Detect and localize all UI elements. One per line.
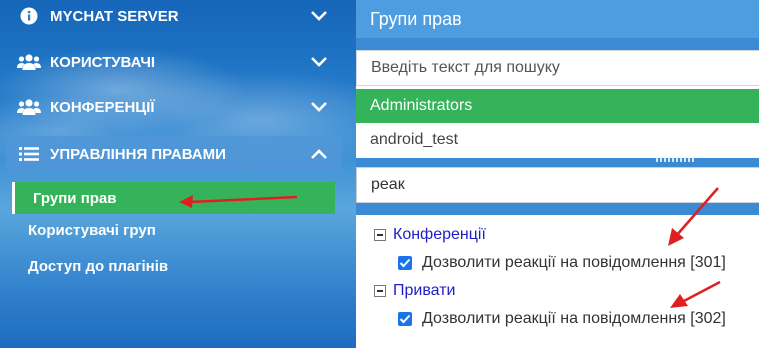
permissions-filter-input[interactable] [356, 167, 759, 203]
tree-category: Конференції [374, 226, 486, 244]
users-icon [16, 98, 42, 116]
permissions-tree: Конференції Дозволити реакції на повідом… [356, 215, 759, 348]
chevron-up-icon[interactable] [304, 148, 334, 160]
sidebar-subitem-label: Групи прав [33, 189, 117, 207]
rights-groups-panel: Групи прав Administrators android_test К… [356, 0, 759, 348]
group-name: android_test [370, 131, 459, 148]
sidebar-subitem-group-users[interactable]: Користувачі груп [28, 222, 156, 239]
category-label[interactable]: Конференції [393, 226, 486, 244]
permission-item: Дозволити реакції на повідомлення [302] [398, 310, 726, 328]
category-label[interactable]: Привати [393, 282, 455, 300]
search-input[interactable] [356, 50, 759, 86]
list-icon [16, 146, 42, 162]
sidebar-item-users[interactable]: КОРИСТУВАЧІ [6, 44, 342, 80]
sidebar: MYCHAT SERVER КОРИСТУВАЧІ КОНФЕРЕНЦІЇ УП… [0, 0, 342, 348]
tree-category: Привати [374, 282, 455, 300]
chevron-down-icon[interactable] [304, 10, 334, 22]
checkbox-checked-icon[interactable] [398, 256, 412, 270]
splitter-grip-icon[interactable] [656, 158, 696, 162]
sidebar-subitem-rights-groups[interactable]: Групи прав [12, 182, 335, 214]
group-name: Administrators [370, 97, 473, 114]
page-title: Групи прав [356, 0, 759, 38]
group-list-item[interactable]: Administrators [356, 89, 759, 123]
sidebar-item-label: КОНФЕРЕНЦІЇ [50, 98, 155, 116]
separator [356, 38, 759, 50]
sidebar-item-label: УПРАВЛІННЯ ПРАВАМИ [50, 145, 226, 163]
sidebar-item-label: MYCHAT SERVER [50, 7, 179, 25]
sidebar-subitem-plugin-access[interactable]: Доступ до плагінів [28, 258, 168, 275]
sidebar-item-conferences[interactable]: КОНФЕРЕНЦІЇ [6, 89, 342, 125]
separator [356, 203, 759, 215]
permission-label: Дозволити реакції на повідомлення [301] [422, 254, 726, 271]
group-list-item[interactable]: android_test [356, 123, 759, 157]
sidebar-item-label: КОРИСТУВАЧІ [50, 53, 156, 71]
sidebar-item-mychat-server[interactable]: MYCHAT SERVER [6, 0, 342, 34]
sidebar-item-rights-management[interactable]: УПРАВЛІННЯ ПРАВАМИ [6, 136, 342, 172]
users-icon [16, 53, 42, 71]
info-circle-icon [16, 7, 42, 25]
permission-item: Дозволити реакції на повідомлення [301] [398, 254, 726, 272]
chevron-down-icon[interactable] [304, 56, 334, 68]
chevron-down-icon[interactable] [304, 101, 334, 113]
collapse-toggle-icon[interactable] [374, 229, 386, 241]
permission-label: Дозволити реакції на повідомлення [302] [422, 310, 726, 327]
collapse-toggle-icon[interactable] [374, 285, 386, 297]
splitter[interactable] [356, 158, 759, 167]
checkbox-checked-icon[interactable] [398, 312, 412, 326]
